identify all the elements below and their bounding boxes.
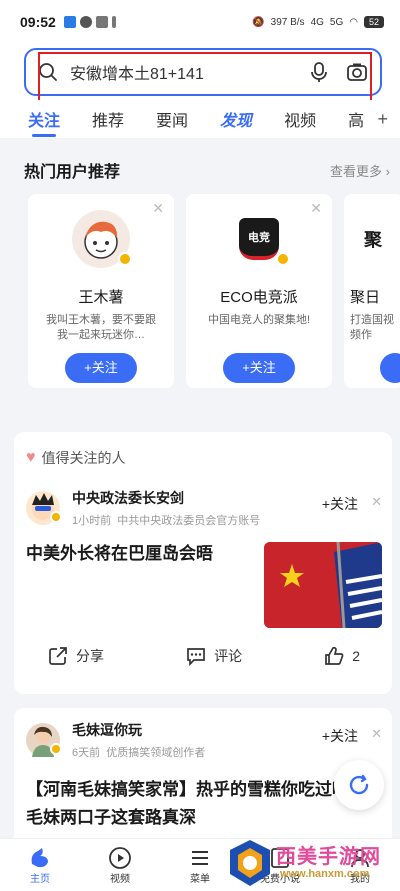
logo-text: 聚 [364, 230, 382, 250]
user-card[interactable]: 聚 聚日 打造国视频作 [344, 194, 400, 388]
play-circle-icon [109, 846, 131, 869]
book-icon [271, 847, 289, 868]
bottom-navigation: 主页 视频 菜单 免费小说 我的 [0, 838, 400, 891]
tab-discover[interactable]: 发现 [220, 107, 252, 131]
network-5g: 5G [329, 16, 344, 28]
search-header: 安徽增本土81+141 [0, 44, 400, 100]
verified-badge-icon [50, 743, 62, 755]
heart-icon: ♥ [26, 449, 36, 466]
like-button[interactable]: 2 [324, 646, 360, 666]
refresh-button[interactable] [334, 760, 384, 810]
follow-button[interactable]: +关注 [322, 726, 358, 746]
tab-news[interactable]: 要闻 [156, 107, 188, 131]
share-button[interactable]: 分享 [48, 646, 104, 666]
nav-mine[interactable]: 我的 [330, 846, 390, 885]
user-desc: 打造国视频作 [350, 314, 394, 341]
verified-badge-icon [118, 252, 132, 266]
user-desc: 我叫王木薯，要不要跟我一起来玩迷你… [46, 314, 156, 341]
nav-novel[interactable]: 免费小说 [250, 846, 310, 885]
close-icon[interactable]: ✕ [310, 200, 322, 217]
tab-recommend[interactable]: 推荐 [92, 107, 124, 131]
post-content[interactable]: 中美外长将在巴厘岛会晤 [14, 528, 392, 628]
author-name: 中央政法委长安剑 [72, 490, 184, 506]
flags-image-icon [264, 542, 382, 628]
post-title[interactable]: 中美外长将在巴厘岛会晤 [26, 542, 264, 628]
channel-tabs: 关注 推荐 要闻 发现 视频 高 + [0, 100, 400, 138]
see-more-link[interactable]: 查看更多 › [330, 161, 390, 180]
user-name: 聚日 [350, 289, 381, 306]
avatar: 聚 [348, 210, 398, 268]
tab-more-partial[interactable]: 高 [348, 107, 364, 131]
user-card[interactable]: ✕ 王木薯 我叫王木薯，要不要跟我一起来玩迷你… +关注 [28, 194, 174, 388]
avatar [72, 210, 132, 268]
user-desc: 中国电竞人的聚集地! [207, 314, 311, 326]
user-card[interactable]: ✕ 电竞 ECO电竞派 中国电竞人的聚集地! +关注 [186, 194, 332, 388]
user-icon [351, 848, 369, 867]
author-meta: 1小时前 中共中央政法委员会官方账号 [72, 515, 261, 527]
user-name: ECO电竞派 [220, 289, 298, 306]
microphone-icon[interactable] [308, 61, 330, 83]
follow-button[interactable]: +关注 [322, 494, 358, 514]
camera-icon[interactable] [346, 61, 368, 83]
network-4g: 4G [310, 16, 324, 28]
wifi-icon: ◠ [349, 16, 358, 28]
comment-button[interactable]: 评论 [186, 646, 242, 666]
author-meta: 6天前 优质搞笑领域创作者 [72, 747, 206, 759]
notification-icon [79, 16, 92, 28]
menu-icon [192, 850, 208, 865]
nav-video[interactable]: 视频 [90, 846, 150, 885]
app-notification-icon [63, 16, 76, 28]
avatar: 电竞 [230, 210, 290, 268]
share-icon [49, 647, 67, 665]
comment-icon [187, 648, 205, 666]
post-author[interactable]: 毛妹逗你玩 6天前 优质搞笑领域创作者 +关注 ✕ [14, 708, 392, 760]
avatar [26, 491, 62, 525]
follow-button[interactable]: +关注 [65, 353, 137, 383]
verified-badge-icon [50, 511, 62, 523]
author-name: 毛妹逗你玩 [72, 722, 142, 738]
eco-logo-icon: 电竞 [239, 218, 279, 260]
home-icon [31, 847, 48, 867]
hot-users-section: 热门用户推荐 查看更多 › ✕ 王木薯 我叫王木薯，要不要跟我一起来玩迷你… +… [0, 144, 400, 394]
recommend-feed-card: ♥ 值得关注的人 中央政法委长安剑 1小时前 中共中央政法委员会官方账号 +关注… [14, 432, 392, 694]
close-icon[interactable]: ✕ [371, 494, 382, 510]
mute-icon: 🔕 [252, 16, 265, 28]
post-author[interactable]: 中央政法委长安剑 1小时前 中共中央政法委员会官方账号 +关注 ✕ [14, 468, 392, 528]
feed-card: 毛妹逗你玩 6天前 优质搞笑领域创作者 +关注 ✕ 【河南毛妹搞笑家常】热乎的雪… [14, 708, 392, 838]
like-count: 2 [352, 648, 360, 664]
user-name: 王木薯 [78, 289, 124, 306]
image-notification-icon [95, 16, 108, 28]
thumbs-up-icon [325, 646, 344, 665]
tab-follow[interactable]: 关注 [28, 107, 60, 137]
close-icon[interactable]: ✕ [152, 200, 164, 217]
net-speed: 397 B/s [270, 16, 305, 28]
battery-icon: 52 [363, 16, 384, 28]
search-bar[interactable]: 安徽增本土81+141 [24, 48, 382, 96]
post-title[interactable]: 【河南毛妹搞笑家常】热乎的雪糕你吃过吗？毛妹两口子这套路真深 [14, 760, 392, 832]
add-channel-icon[interactable]: + [377, 109, 388, 130]
search-input[interactable]: 安徽增本土81+141 [70, 60, 308, 84]
nav-menu[interactable]: 菜单 [170, 846, 230, 885]
hot-users-title: 热门用户推荐 [24, 164, 121, 181]
avatar [26, 723, 62, 757]
tab-video[interactable]: 视频 [284, 107, 316, 131]
more-dots-icon [111, 16, 116, 28]
post-thumbnail[interactable] [264, 542, 382, 628]
close-icon[interactable]: ✕ [371, 726, 382, 742]
follow-button[interactable]: +关注 [223, 353, 295, 383]
follow-button[interactable] [380, 353, 400, 383]
verified-badge-icon [276, 252, 290, 266]
section-title: 值得关注的人 [41, 450, 126, 466]
status-time: 09:52 [20, 14, 56, 30]
search-icon [39, 63, 57, 81]
refresh-icon [349, 774, 369, 795]
nav-home[interactable]: 主页 [10, 846, 70, 885]
status-bar: 09:52 🔕 397 B/s 4G 5G ◠ 52 [0, 0, 400, 44]
